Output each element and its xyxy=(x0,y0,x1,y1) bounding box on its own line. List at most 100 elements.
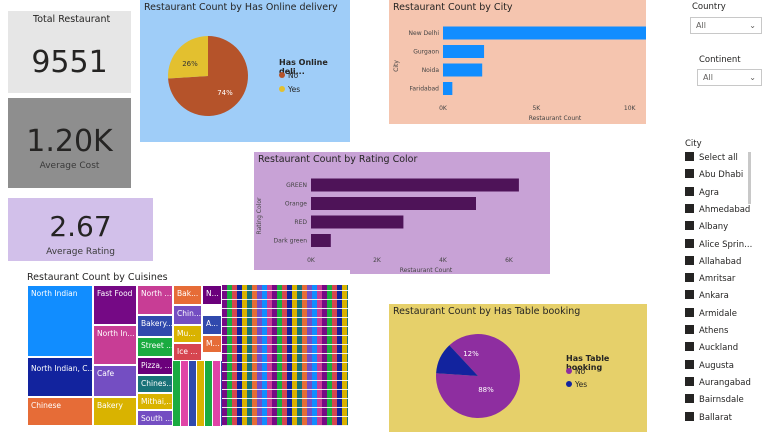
city-slicer-item[interactable]: Bairnsdale xyxy=(685,394,744,410)
category-label: Orange xyxy=(285,201,307,208)
tile-north-indian-c[interactable]: North Indian, C... xyxy=(27,357,93,397)
city-slicer-item[interactable]: Armidale xyxy=(685,307,737,324)
category-label: New Delhi xyxy=(409,30,440,37)
city-slicer-item[interactable]: Alice Sprin... xyxy=(685,238,752,255)
checkbox-icon[interactable] xyxy=(685,307,694,317)
treemap-tiny-tiles[interactable] xyxy=(222,285,348,426)
tile-n[interactable]: N... xyxy=(202,285,222,305)
continent-dropdown[interactable]: All ⌄ xyxy=(697,69,762,86)
country-filter-label: Country xyxy=(692,2,726,12)
cuisines-title[interactable]: Restaurant Count by Cuisines xyxy=(27,272,168,283)
bar-orange[interactable] xyxy=(311,197,476,210)
tile-north-indian[interactable]: North Indian xyxy=(27,285,93,357)
bar-red[interactable] xyxy=(311,215,404,229)
checkbox-icon[interactable] xyxy=(685,359,694,369)
checkbox-icon[interactable] xyxy=(685,376,694,386)
tile-m[interactable]: M... xyxy=(202,335,222,353)
city-slicer-item[interactable]: Ankara xyxy=(685,290,729,306)
chevron-down-icon: ⌄ xyxy=(749,21,756,30)
bar-noida[interactable] xyxy=(443,63,483,77)
tile-south[interactable]: South ... xyxy=(137,410,173,426)
kpi-average-cost-card: 1.20K Average Cost xyxy=(8,98,131,188)
online-delivery-legend-yes[interactable]: Yes xyxy=(279,85,300,94)
city-slicer-item[interactable]: Allahabad xyxy=(685,255,741,272)
tick-label: 0K xyxy=(307,257,316,264)
by-city-xlabel: Restaurant Count xyxy=(529,115,582,122)
checkbox-icon[interactable] xyxy=(685,169,694,179)
table-booking-card: Restaurant Count by Has Table booking 12… xyxy=(389,304,647,432)
tile-a[interactable]: A... xyxy=(202,315,222,335)
checkbox-icon[interactable] xyxy=(685,186,694,196)
tile-chinese-short[interactable]: Chin... xyxy=(173,305,202,325)
tick-label: 0K xyxy=(439,105,448,112)
city-slicer-item[interactable]: Auckland xyxy=(685,342,738,358)
online-delivery-legend-no[interactable]: No xyxy=(279,71,298,80)
category-label: Gurgaon xyxy=(413,49,439,56)
cuisines-treemap[interactable]: North Indian Fast Food North ... Bak... … xyxy=(27,285,348,426)
city-slicer-label: City xyxy=(685,139,702,149)
checkbox-icon[interactable] xyxy=(685,238,694,248)
legend-dot-icon xyxy=(279,86,285,92)
kpi-average-cost-value: 1.20K xyxy=(26,124,113,159)
city-slicer-item[interactable]: Ballarat xyxy=(685,411,732,428)
city-slicer-item[interactable]: Abu Dhabi xyxy=(685,169,743,185)
tile-bakery-short[interactable]: Bak... xyxy=(173,285,202,305)
tick-label: 10K xyxy=(624,105,637,112)
category-label: Dark green xyxy=(274,238,308,245)
city-slicer-item[interactable]: Aurangabad xyxy=(685,376,751,393)
table-booking-legend-no[interactable]: No xyxy=(566,367,585,376)
table-booking-legend-yes[interactable]: Yes xyxy=(566,380,587,389)
tick-label: 2K xyxy=(373,257,382,264)
city-slicer-item[interactable]: Athens xyxy=(685,325,728,341)
tile-chinese-2[interactable]: Chines... xyxy=(137,375,173,393)
city-slicer-scrollbar[interactable] xyxy=(748,152,751,204)
rating-color-ylabel: Rating Color xyxy=(256,197,263,234)
tile-chinese[interactable]: Chinese xyxy=(27,397,93,426)
checkbox-icon[interactable] xyxy=(685,325,694,334)
city-slicer-item[interactable]: Ahmedabad xyxy=(685,203,750,220)
tick-label: 6K xyxy=(505,257,514,264)
by-city-bar-chart[interactable]: City Restaurant Count New Delhi Gurgaon No… xyxy=(389,0,646,124)
checkbox-icon[interactable] xyxy=(685,203,694,213)
kpi-average-rating-value: 2.67 xyxy=(49,210,112,243)
rating-color-bar-chart[interactable]: Rating Color Restaurant Count GREEN Orang… xyxy=(254,152,550,274)
kpi-average-rating-card: 2.67 Average Rating xyxy=(8,198,153,261)
tile-mithai[interactable]: Mithai,... xyxy=(137,393,173,410)
city-slicer-item[interactable]: Select all xyxy=(685,152,738,168)
tile-mu[interactable]: Mu... xyxy=(173,325,202,343)
country-dropdown[interactable]: All ⌄ xyxy=(690,17,762,34)
by-city-card: Restaurant Count by City City Restaurant… xyxy=(389,0,646,124)
pie1-label-no: 74% xyxy=(217,89,233,97)
city-slicer-item[interactable]: Augusta xyxy=(685,359,734,376)
tile-ice[interactable]: Ice ... xyxy=(173,343,202,361)
bar-gurgaon[interactable] xyxy=(443,45,485,58)
bar-green[interactable] xyxy=(311,178,519,192)
kpi-total-restaurant-label: Total Restaurant xyxy=(33,14,111,25)
city-slicer-item[interactable]: Albany xyxy=(685,221,728,237)
checkbox-icon[interactable] xyxy=(685,394,694,404)
chevron-down-icon: ⌄ xyxy=(749,73,756,82)
tile-bakery-2[interactable]: Bakery... xyxy=(137,315,173,337)
tile-street[interactable]: Street ... xyxy=(137,337,173,357)
tile-pizza[interactable]: Pizza, ... xyxy=(137,357,173,375)
bar-faridabad[interactable] xyxy=(443,82,453,95)
tile-bakery[interactable]: Bakery xyxy=(93,397,137,426)
checkbox-icon[interactable] xyxy=(685,411,694,421)
checkbox-icon[interactable] xyxy=(685,152,694,161)
checkbox-icon[interactable] xyxy=(685,290,694,300)
tile-north-in[interactable]: North In... xyxy=(93,325,137,365)
bar-dark-green[interactable] xyxy=(311,234,331,247)
checkbox-icon[interactable] xyxy=(685,273,694,283)
checkbox-icon[interactable] xyxy=(685,255,694,265)
tile-fast-food[interactable]: Fast Food xyxy=(93,285,137,325)
city-slicer-item[interactable]: Agra xyxy=(685,186,719,203)
tile-north-chinese[interactable]: North ... xyxy=(137,285,173,315)
city-slicer-item[interactable]: Amritsar xyxy=(685,273,735,289)
bar-new-delhi[interactable] xyxy=(443,26,646,40)
checkbox-icon[interactable] xyxy=(685,342,694,352)
category-label: GREEN xyxy=(286,182,307,189)
treemap-small-tiles[interactable] xyxy=(173,361,222,426)
pie-slice-yes[interactable] xyxy=(168,36,208,79)
checkbox-icon[interactable] xyxy=(685,221,694,231)
tile-cafe[interactable]: Cafe xyxy=(93,365,137,397)
